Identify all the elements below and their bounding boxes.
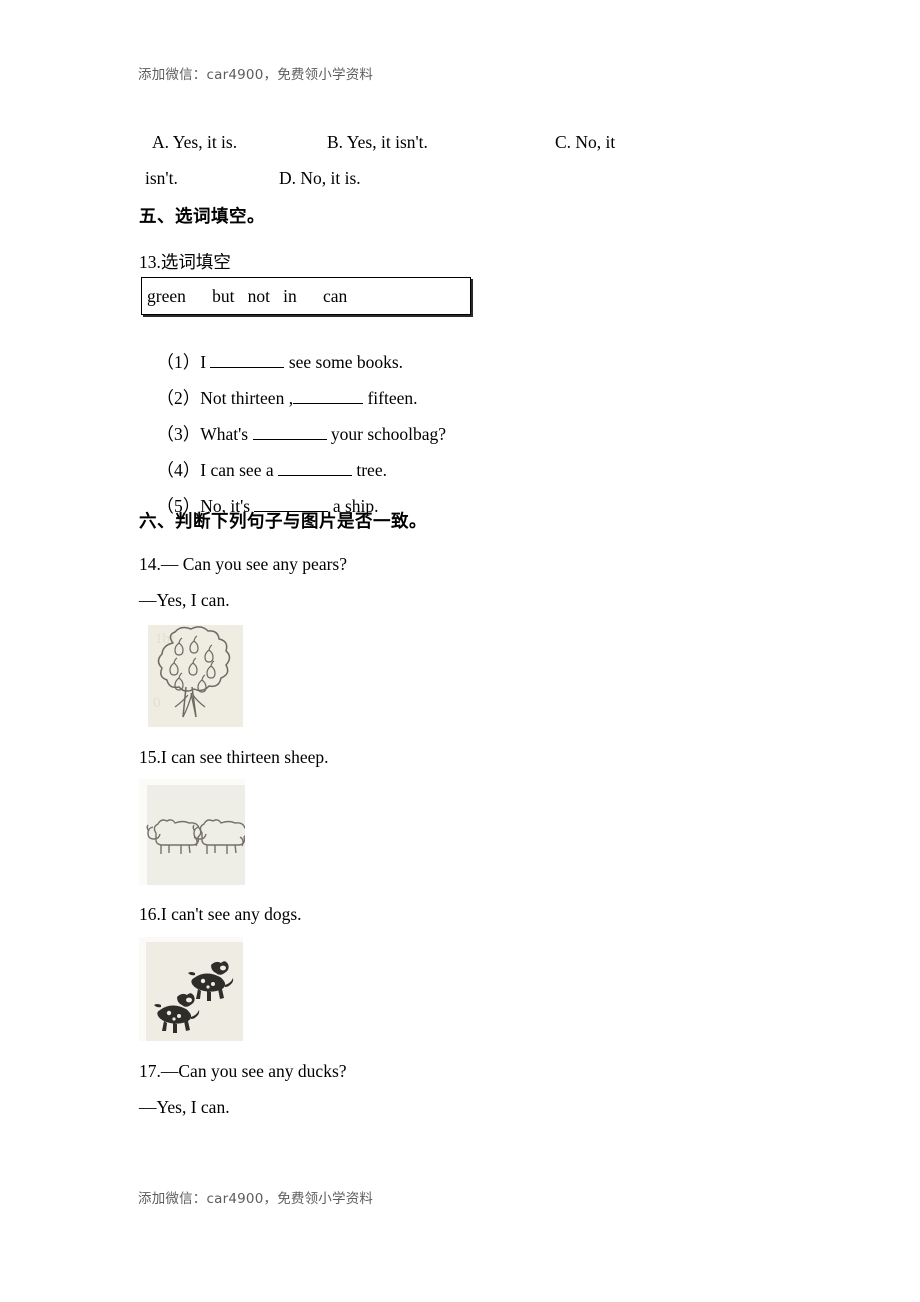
two-sheep-sketch bbox=[139, 779, 245, 885]
pear-tree-sketch: 1br 0 bbox=[139, 621, 243, 727]
item-13-label: 13.选词填空 bbox=[139, 252, 231, 272]
section-heading-five: 五、选词填空。 bbox=[139, 207, 265, 227]
watermark-top: 添加微信：car4900，免费领小学资料 bbox=[138, 67, 374, 83]
question-15-line1: 15.I can see thirteen sheep. bbox=[139, 747, 329, 767]
section-heading-six: 六、判断下列句子与图片是否一致。 bbox=[139, 512, 427, 532]
word-bank-box: green but not in can bbox=[141, 277, 471, 315]
two-dogs-sketch bbox=[139, 937, 243, 1041]
choice-option-b: B. Yes, it isn't. bbox=[327, 132, 428, 152]
svg-text:0: 0 bbox=[153, 695, 161, 711]
question-14-line2: —Yes, I can. bbox=[139, 590, 230, 610]
choice-option-a-continuation: isn't. bbox=[145, 168, 178, 188]
question-14-line1: 14.— Can you see any pears? bbox=[139, 554, 347, 574]
word-bank-words: green but not in can bbox=[147, 286, 348, 306]
question-17-line1: 17.—Can you see any ducks? bbox=[139, 1061, 347, 1081]
worksheet-page: 添加微信：car4900，免费领小学资料 A. Yes, it is. B. Y… bbox=[0, 0, 920, 1302]
watermark-bottom: 添加微信：car4900，免费领小学资料 bbox=[138, 1191, 374, 1207]
choice-option-d: D. No, it is. bbox=[279, 168, 361, 188]
choice-option-a: A. Yes, it is. bbox=[152, 132, 238, 152]
choice-option-c: C. No, it bbox=[555, 132, 616, 152]
question-17-line2: —Yes, I can. bbox=[139, 1097, 230, 1117]
question-16-line1: 16.I can't see any dogs. bbox=[139, 904, 302, 924]
